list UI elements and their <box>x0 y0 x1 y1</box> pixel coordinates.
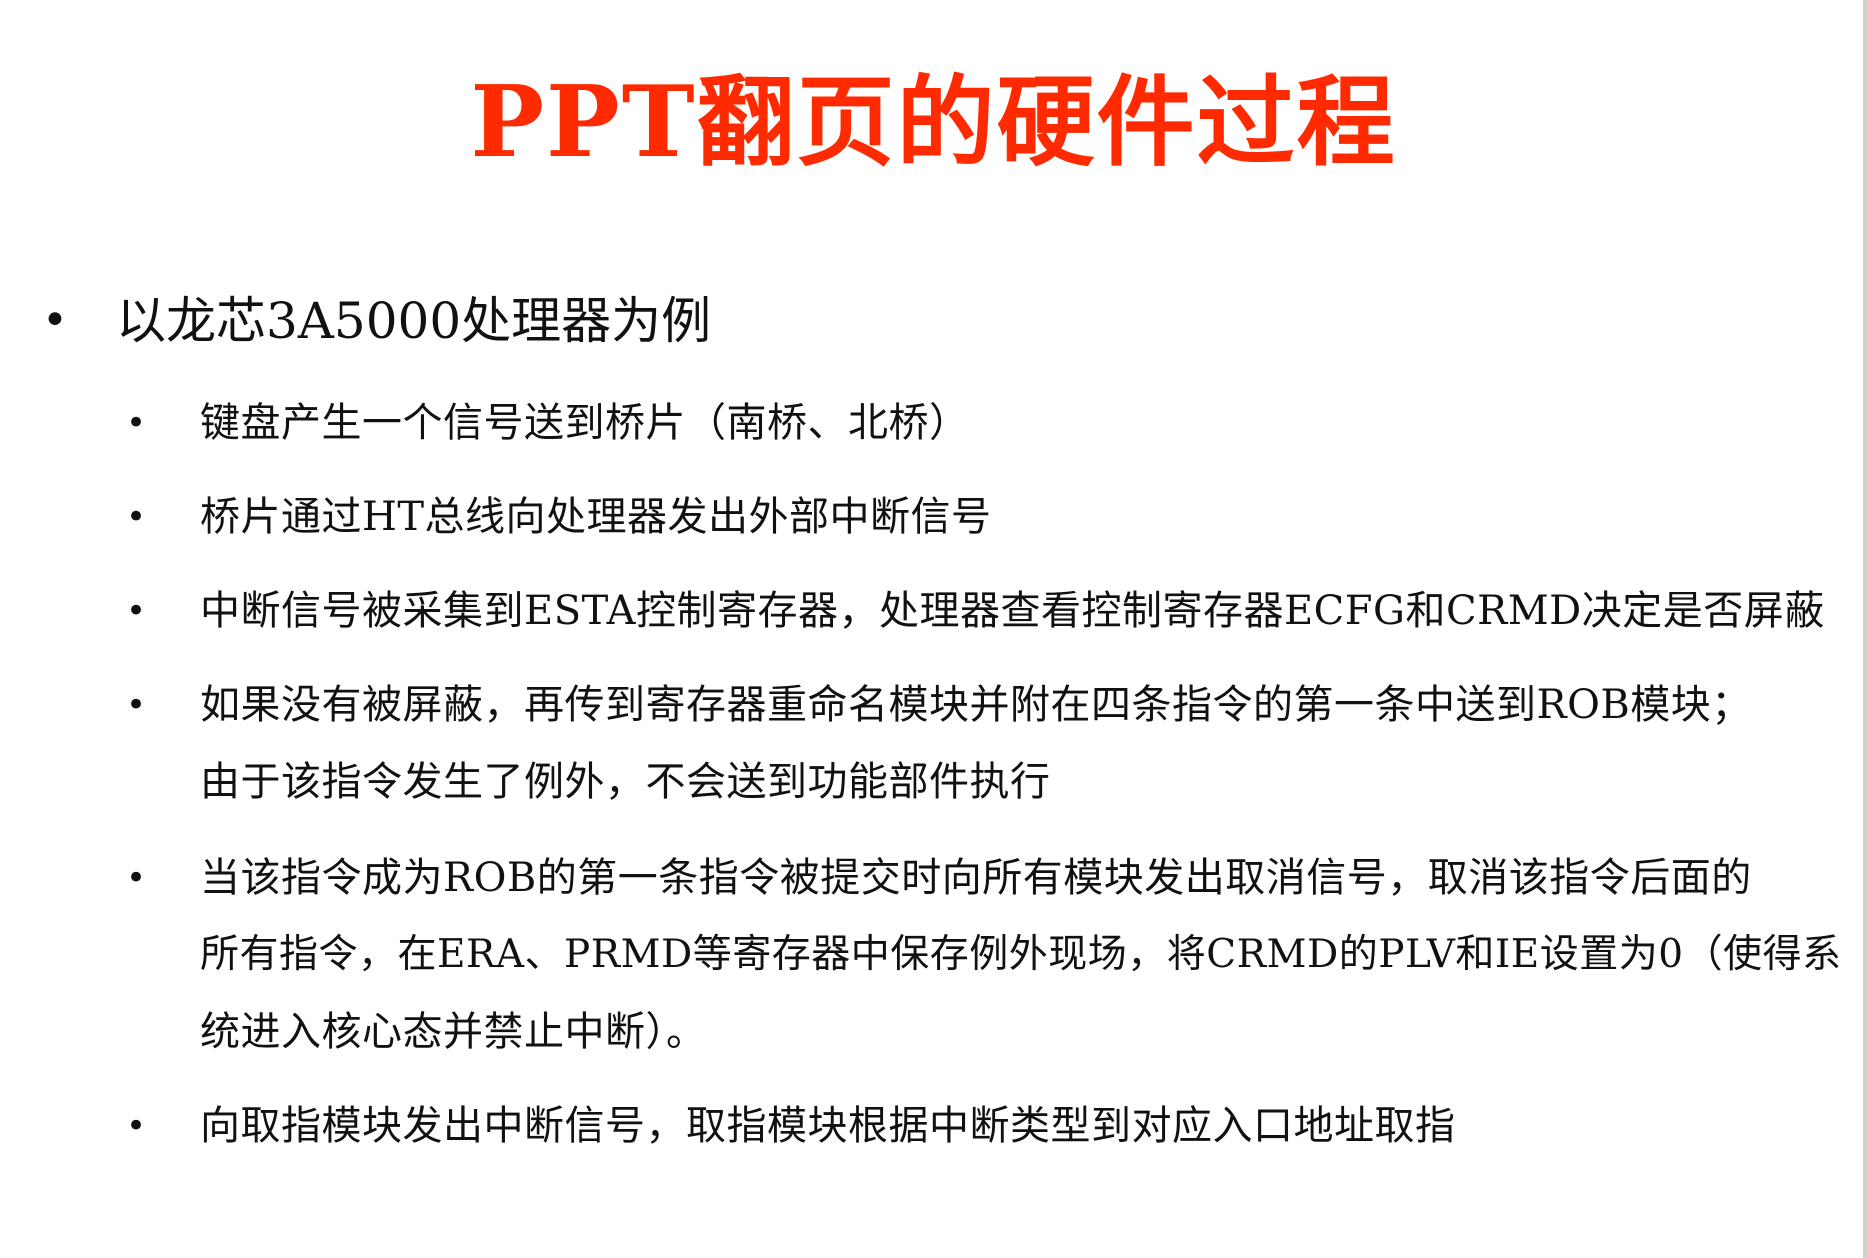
slide-right-border <box>1863 0 1867 1258</box>
sub-bullet-text: 键盘产生一个信号送到桥片（南桥、北桥） <box>200 400 970 446</box>
bullet-dot: • <box>126 858 147 898</box>
sub-bullet-text: 所有指令，在ERA、PRMD等寄存器中保存例外现场，将CRMD的PLV和IE设置… <box>200 932 1842 977</box>
sub-bullet-text: 向取指模块发出中断信号，取指模块根据中断类型到对应入口地址取指 <box>200 1103 1456 1149</box>
bullet-dot: • <box>126 497 147 537</box>
bullet-dot: • <box>126 403 147 443</box>
slide-title: PPT翻页的硬件过程 <box>470 65 1397 180</box>
sub-bullet-text: 桥片通过HT总线向处理器发出外部中断信号 <box>200 494 992 540</box>
bullet-dot: • <box>42 295 68 346</box>
sub-bullet-text: 当该指令成为ROB的第一条指令被提交时向所有模块发出取消信号，取消该指令后面的 <box>200 855 1752 901</box>
sub-bullet-text: 由于该指令发生了例外，不会送到功能部件执行 <box>200 759 1051 805</box>
sub-bullet-text: 如果没有被屏蔽，再传到寄存器重命名模块并附在四条指令的第一条中送到ROB模块； <box>200 682 1752 728</box>
sub-bullet-text: 统进入核心态并禁止中断）。 <box>200 1009 707 1055</box>
sub-bullet-text: 中断信号被采集到ESTA控制寄存器，处理器查看控制寄存器ECFG和CRMD决定是… <box>200 588 1825 634</box>
bullet-dot: • <box>126 1106 147 1146</box>
main-bullet-text: 以龙芯3A5000处理器为例 <box>116 292 712 350</box>
bullet-dot: • <box>126 591 147 631</box>
bullet-dot: • <box>126 685 147 725</box>
